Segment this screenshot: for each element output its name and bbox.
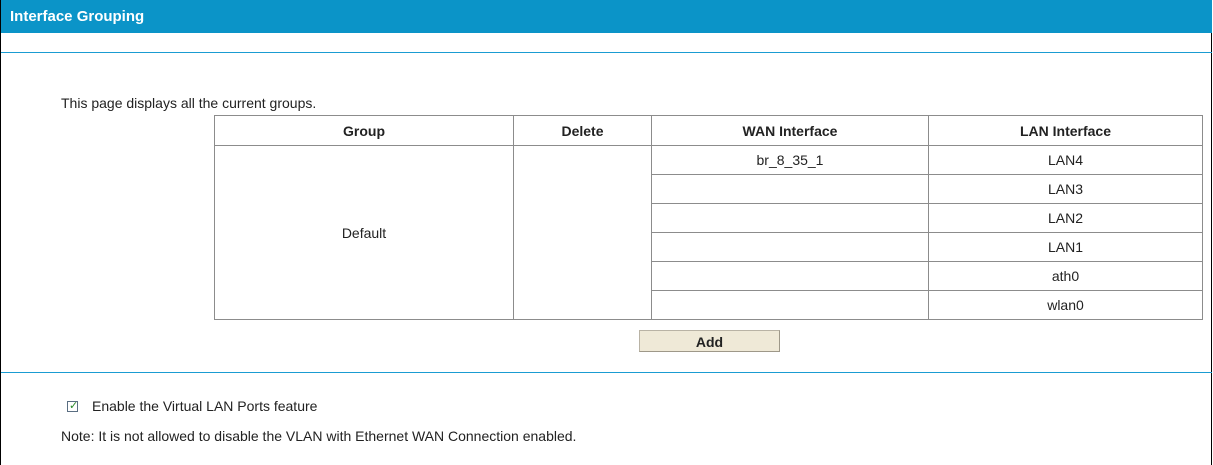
table-header-row: Group Delete WAN Interface LAN Interface	[214, 115, 1203, 146]
lan-interface-cell: LAN2	[928, 203, 1203, 233]
lan-interface-cell: LAN4	[928, 145, 1203, 175]
column-header-delete: Delete	[513, 115, 652, 146]
page-frame: Interface Grouping This page displays al…	[0, 0, 1212, 465]
wan-interface-cell	[651, 203, 929, 233]
vlan-note: Note: It is not allowed to disable the V…	[61, 428, 577, 444]
section-divider	[1, 52, 1212, 53]
intro-text: This page displays all the current group…	[61, 95, 317, 111]
groups-table: Group Delete WAN Interface LAN Interface…	[214, 115, 1203, 320]
wan-interface-cell	[651, 290, 929, 320]
lan-interface-cell: ath0	[928, 261, 1203, 291]
delete-cell	[513, 145, 652, 320]
wan-interface-cell: br_8_35_1	[651, 145, 929, 175]
lan-interface-cell: LAN1	[928, 232, 1203, 262]
column-header-wan-interface: WAN Interface	[651, 115, 929, 146]
page-title: Interface Grouping	[10, 8, 145, 25]
header-bar: Interface Grouping	[1, 0, 1212, 33]
lan-interface-cell: LAN3	[928, 174, 1203, 204]
enable-vlan-label[interactable]: Enable the Virtual LAN Ports feature	[92, 398, 317, 414]
section-divider	[1, 372, 1212, 373]
table-row: Default br_8_35_1 LAN4	[214, 145, 1203, 320]
wan-interface-cell	[651, 174, 929, 204]
vlan-option: ✓ Enable the Virtual LAN Ports feature	[67, 398, 317, 414]
wan-interface-cell	[651, 261, 929, 291]
lan-interface-cell: wlan0	[928, 290, 1203, 320]
column-header-lan-interface: LAN Interface	[928, 115, 1203, 146]
group-name-cell: Default	[214, 145, 514, 320]
wan-interface-cell	[651, 232, 929, 262]
enable-vlan-checkbox[interactable]: ✓	[67, 398, 79, 412]
add-button[interactable]: Add	[639, 330, 780, 352]
checkmark-icon: ✓	[69, 398, 79, 412]
column-header-group: Group	[214, 115, 514, 146]
